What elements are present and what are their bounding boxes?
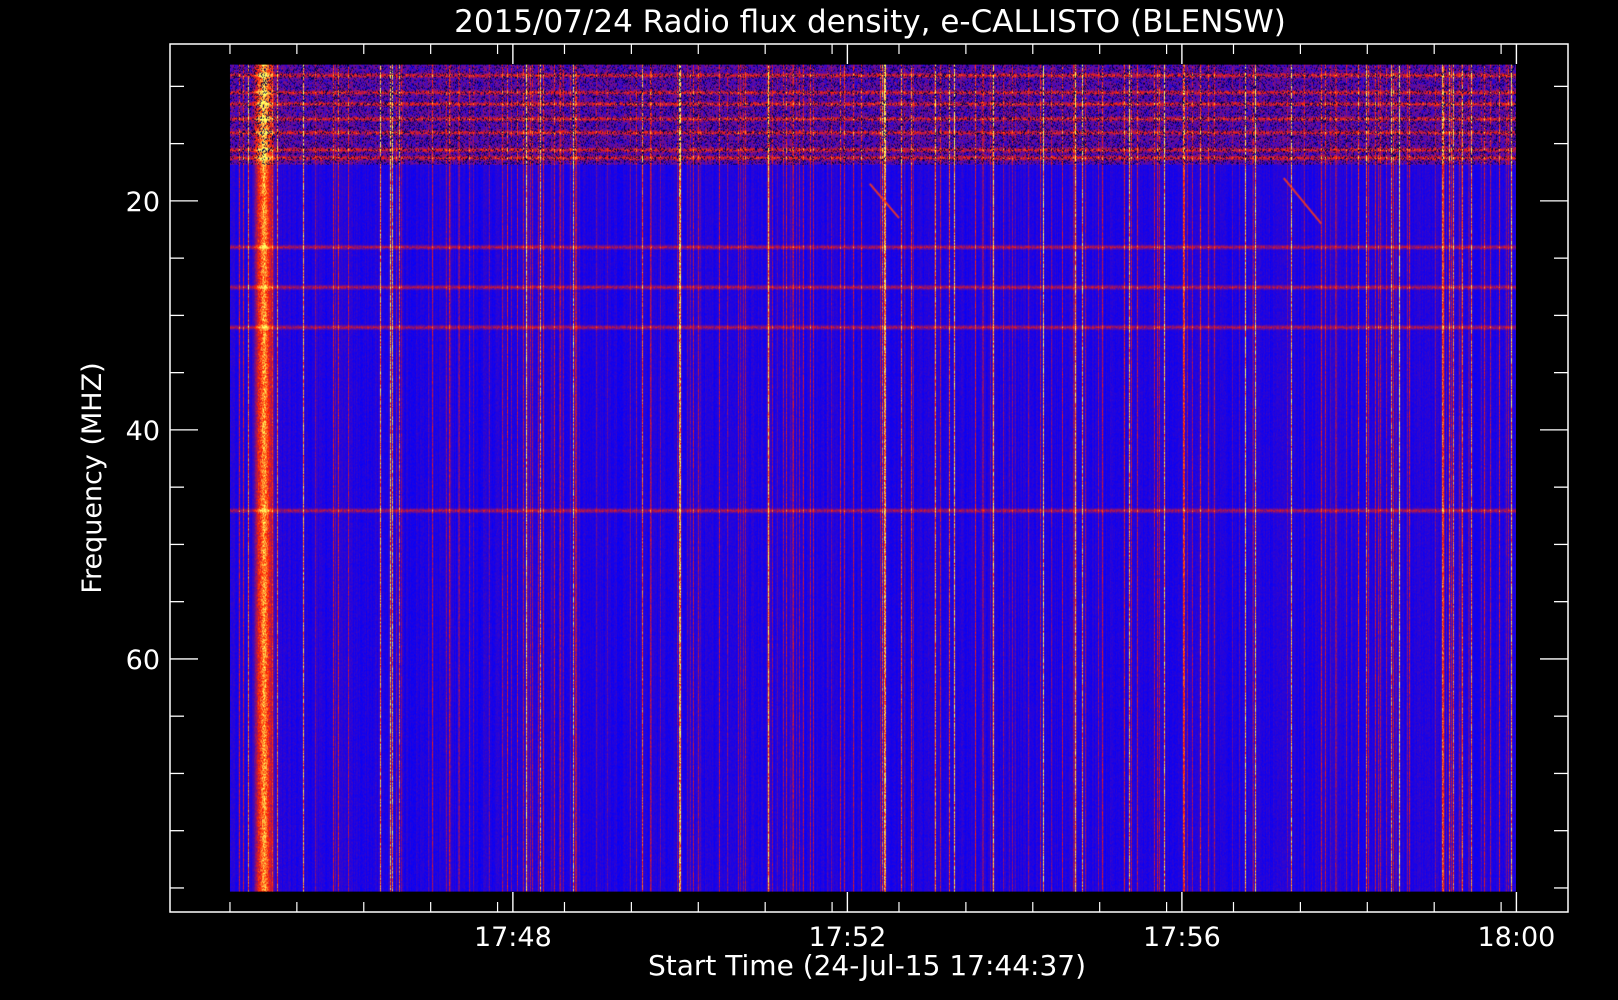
y-tick-label: 20 (126, 187, 160, 218)
y-tick-label: 40 (126, 416, 160, 447)
spectrogram-chart: 2015/07/24 Radio flux density, e-CALLIST… (0, 0, 1618, 1000)
x-tick-label: 18:00 (1477, 922, 1555, 953)
x-axis-label: Start Time (24-Jul-15 17:44:37) (648, 949, 1086, 982)
y-tick-label: 60 (126, 645, 160, 676)
x-tick-label: 17:48 (474, 922, 552, 953)
x-tick-label: 17:56 (1143, 922, 1221, 953)
spectrogram-heatmap (229, 64, 1516, 892)
heatmap-image (229, 64, 1516, 892)
chart-title: 2015/07/24 Radio flux density, e-CALLIST… (454, 4, 1286, 40)
y-axis-label: Frequency (MHZ) (77, 362, 108, 593)
